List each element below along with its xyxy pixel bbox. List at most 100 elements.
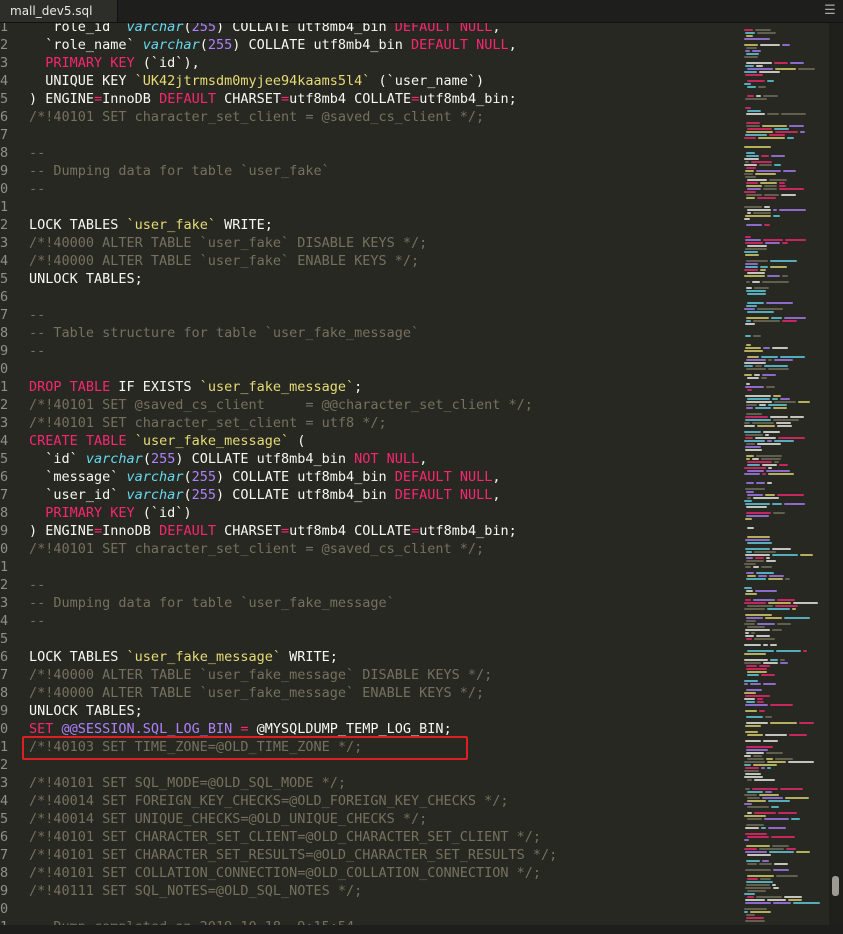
line-number: 3: [0, 415, 9, 431]
minimap-line: [753, 599, 775, 601]
code-line: /*!40000 ALTER TABLE `user_fake` ENABLE …: [29, 252, 419, 270]
line-number: 1: [0, 199, 9, 215]
hamburger-menu-icon[interactable]: ☰: [823, 3, 837, 19]
minimap-line: [745, 437, 753, 439]
minimap-line: [796, 851, 810, 853]
line-number-gutter: 1234567890123456789012345678901234567890…: [0, 23, 16, 925]
minimap-line: [757, 443, 781, 445]
minimap-line: [745, 851, 767, 853]
minimap-line: [746, 317, 769, 319]
minimap-line: [760, 44, 780, 46]
minimap-line: [747, 812, 752, 814]
minimap-line: [763, 662, 778, 664]
minimap-line: [788, 899, 802, 901]
minimap-line: [753, 320, 780, 322]
code-line: /*!40101 SET character_set_client = utf8…: [29, 414, 387, 432]
minimap-line: [746, 491, 754, 493]
minimap-line: [789, 734, 807, 736]
minimap-line: [762, 473, 766, 475]
minimap-line: [746, 824, 764, 826]
code-token: /*!40101 SET character_set_client = utf8…: [29, 415, 387, 431]
minimap-line: [744, 362, 766, 364]
minimap-line: [747, 800, 766, 802]
line-number: 3: [0, 235, 9, 251]
code-area[interactable]: `role_id` varchar(255) COLLATE utf8mb4_b…: [29, 23, 740, 925]
minimap-line: [744, 815, 766, 817]
minimap-line: [768, 359, 772, 361]
code-token: -- Dumping data for table `user_fake`: [29, 163, 330, 179]
minimap-line: [746, 194, 762, 196]
scrollbar-thumb[interactable]: [832, 876, 839, 896]
vertical-scrollbar[interactable]: [829, 23, 843, 925]
code-token: =: [281, 523, 290, 539]
code-line: -- Dumping data for table `user_fake_mes…: [29, 594, 395, 612]
line-number: 7: [0, 487, 9, 503]
minimap-line: [746, 482, 754, 484]
minimap-line: [747, 188, 761, 190]
code-line: -- Table structure for table `user_fake_…: [29, 324, 419, 342]
code-token: `user_fake_message`: [199, 379, 355, 395]
minimap-line: [754, 812, 776, 814]
minimap-line: [744, 776, 763, 778]
line-number: 5: [0, 91, 9, 107]
minimap-line: [774, 863, 788, 865]
minimap-line: [767, 761, 786, 763]
code-token: UNLOCK TABLES;: [29, 703, 143, 719]
minimap-line: [780, 356, 805, 358]
minimap-line: [746, 914, 755, 916]
minimap-line: [754, 638, 775, 640]
minimap-line: [746, 35, 753, 37]
minimap-line: [768, 602, 791, 604]
minimap-line: [780, 662, 788, 664]
line-number: 3: [0, 55, 9, 71]
line-number: 4: [0, 793, 9, 809]
line-number: 3: [0, 775, 9, 791]
minimap-line: [744, 839, 749, 841]
minimap-line: [744, 422, 750, 424]
line-number: 2: [0, 397, 9, 413]
horizontal-scrollbar[interactable]: [0, 925, 843, 934]
minimap-line: [755, 365, 762, 367]
code-token: 255: [191, 23, 216, 35]
minimap-line: [762, 797, 783, 799]
minimap-line: [767, 275, 780, 277]
minimap-line: [744, 563, 756, 565]
code-line: /*!40101 SET character_set_client = @sav…: [29, 540, 484, 558]
minimap-line: [765, 494, 775, 496]
minimap-line: [746, 197, 755, 199]
minimap-line: [747, 836, 769, 838]
code-token: varchar: [126, 487, 184, 503]
minimap-line: [800, 131, 805, 133]
minimap-line: [753, 755, 762, 757]
minimap-line: [767, 767, 771, 769]
line-number: 7: [0, 667, 9, 683]
minimap-line: [754, 374, 760, 376]
line-number: 9: [0, 523, 9, 539]
minimap-line: [758, 575, 767, 577]
minimap-line: [763, 95, 778, 97]
minimap-line: [782, 242, 788, 244]
code-token: PRIMARY KEY: [45, 55, 135, 71]
minimap-line: [747, 797, 760, 799]
line-number: 4: [0, 613, 9, 629]
minimap-line: [780, 659, 785, 661]
minimap-line: [757, 698, 763, 700]
minimap-line: [745, 773, 761, 775]
code-token: /*!40000 ALTER TABLE `user_fake_message`…: [29, 667, 493, 683]
minimap-line: [745, 416, 768, 418]
minimap-line: [745, 65, 754, 67]
tab-mall-dev5-sql[interactable]: mall_dev5.sql: [0, 0, 118, 22]
line-number: 3: [0, 595, 9, 611]
minimap-line: [745, 323, 755, 325]
minimap-line: [745, 767, 759, 769]
minimap-line: [746, 383, 750, 385]
code-line: ) ENGINE=InnoDB DEFAULT CHARSET=utf8mb4 …: [29, 522, 517, 540]
minimap[interactable]: [742, 23, 828, 925]
code-token: /*!40111 SET SQL_NOTES=@OLD_SQL_NOTES */…: [29, 883, 363, 899]
minimap-line: [774, 359, 793, 361]
code-editor[interactable]: 1234567890123456789012345678901234567890…: [0, 23, 740, 925]
code-line: /*!40111 SET SQL_NOTES=@OLD_SQL_NOTES */…: [29, 882, 362, 900]
minimap-line: [779, 188, 804, 190]
code-token: `id`: [29, 451, 86, 467]
